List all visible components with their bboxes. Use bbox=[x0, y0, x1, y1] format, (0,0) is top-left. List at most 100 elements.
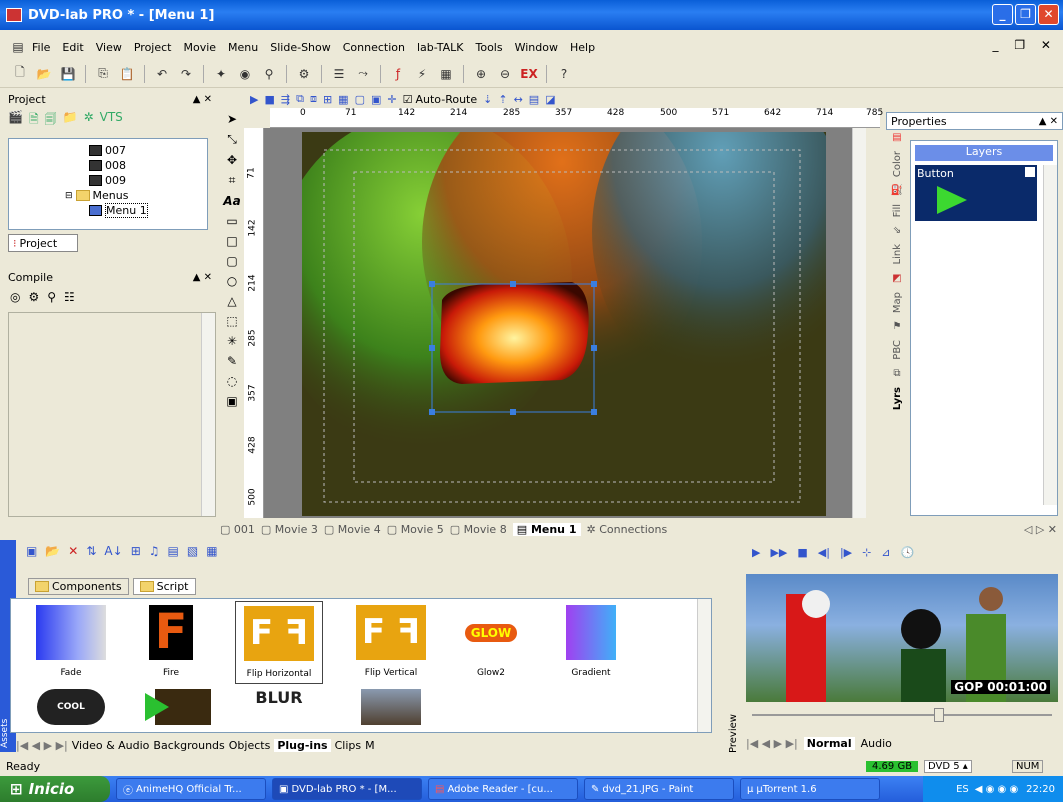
dfx-icon[interactable]: ⚡ bbox=[412, 64, 432, 84]
compile-log-icon[interactable]: ☷ bbox=[64, 290, 75, 304]
task-utorrent[interactable]: µ µTorrent 1.6 bbox=[740, 778, 880, 800]
add-menu-icon[interactable]: 🗎 bbox=[29, 110, 39, 132]
wizard-icon[interactable]: ✦ bbox=[211, 64, 231, 84]
start-button[interactable]: ⊞ Inicio bbox=[0, 776, 110, 802]
menu-help[interactable]: Help bbox=[564, 41, 601, 54]
tab-movie5[interactable]: ▢ Movie 5 bbox=[387, 523, 444, 536]
fill-icon[interactable]: ⛽ bbox=[891, 185, 903, 196]
zoom-out-icon[interactable]: ⊖ bbox=[495, 64, 515, 84]
distribute-icon[interactable]: ⊞ bbox=[323, 93, 332, 106]
map-icon[interactable]: ◩ bbox=[892, 273, 901, 284]
align-icon[interactable]: ⧉ bbox=[296, 92, 304, 106]
doc-icon[interactable]: ▤ bbox=[10, 37, 26, 57]
zoom-in-icon[interactable]: ⊕ bbox=[471, 64, 491, 84]
tab-objects[interactable]: Objects bbox=[229, 739, 271, 752]
tab-link[interactable]: Link bbox=[892, 244, 903, 264]
color-palette-icon[interactable]: ▤ bbox=[892, 132, 901, 143]
assets-sort-icon[interactable]: ⇅ bbox=[86, 544, 96, 558]
table-icon[interactable]: ▤ bbox=[529, 93, 539, 106]
star-tool-icon[interactable]: ✳ bbox=[227, 334, 237, 348]
menu-menu[interactable]: Menu bbox=[222, 41, 264, 54]
restore-button[interactable]: ❐ bbox=[1015, 4, 1036, 25]
ellipse-tool-icon[interactable]: ○ bbox=[227, 274, 237, 288]
asset-flip-horizontal[interactable]: F ꟻ Flip Horizontal bbox=[235, 601, 323, 684]
pbc-icon[interactable]: ⚑ bbox=[893, 321, 902, 332]
grid-icon[interactable]: ▦ bbox=[338, 93, 348, 106]
tab-movie3[interactable]: ▢ Movie 3 bbox=[261, 523, 318, 536]
add-movie-icon[interactable]: 🎬 bbox=[8, 110, 23, 132]
assets-az-icon[interactable]: A↓ bbox=[104, 544, 122, 558]
new-icon[interactable]: 🗋 bbox=[10, 64, 30, 84]
stop-icon[interactable]: ■ bbox=[264, 93, 274, 106]
asset-blur[interactable]: BLUR bbox=[235, 689, 323, 725]
disc-icon[interactable]: ◉ bbox=[235, 64, 255, 84]
tree-item-007[interactable]: 007 bbox=[89, 143, 207, 158]
tab-video-audio[interactable]: Video & Audio bbox=[72, 739, 150, 752]
task-animehq[interactable]: ⓔ AnimeHQ Official Tr... bbox=[116, 778, 266, 800]
add-folder-icon[interactable]: 📁 bbox=[63, 110, 78, 132]
tab-components[interactable]: Components bbox=[28, 578, 129, 595]
compile-disc-icon[interactable]: ◎ bbox=[10, 290, 20, 304]
layer-visibility-toggle[interactable] bbox=[1025, 167, 1035, 177]
add-slide-icon[interactable]: 🗐 bbox=[45, 110, 57, 132]
open-icon[interactable]: 📂 bbox=[34, 64, 54, 84]
group-icon[interactable]: ⧈ bbox=[310, 92, 317, 106]
menu-slideshow[interactable]: Slide-Show bbox=[264, 41, 337, 54]
tree-item-008[interactable]: 008 bbox=[89, 158, 207, 173]
undo-icon[interactable]: ↶ bbox=[152, 64, 172, 84]
move-tool-icon[interactable]: ✥ bbox=[227, 153, 237, 167]
copy-icon[interactable]: ⎘ bbox=[93, 64, 113, 84]
panel-close-icon[interactable]: ▲ ✕ bbox=[1039, 116, 1058, 127]
tab-001[interactable]: ▢ 001 bbox=[220, 523, 255, 536]
editor-vscrollbar[interactable] bbox=[852, 128, 866, 518]
preview-clock-icon[interactable]: 🕓 bbox=[901, 546, 915, 559]
preview-prev-icon[interactable]: ◀| bbox=[818, 546, 830, 559]
menu-file[interactable]: File bbox=[26, 41, 56, 54]
connections-icon[interactable]: ✲ bbox=[84, 110, 94, 132]
menu-view[interactable]: View bbox=[90, 41, 128, 54]
tab-menu1[interactable]: ▤ Menu 1 bbox=[512, 522, 581, 536]
tab-pbc[interactable]: PBC bbox=[892, 340, 903, 360]
task-dvdlab[interactable]: ▣ DVD-lab PRO * - [M... bbox=[272, 778, 422, 800]
minimize-button[interactable]: _ bbox=[992, 4, 1013, 25]
tab-connections[interactable]: ✲ Connections bbox=[587, 523, 668, 536]
preview-next-icon[interactable]: |▶ bbox=[840, 546, 852, 559]
tree-item-menus[interactable]: ⊟ Menus bbox=[65, 188, 207, 203]
assets-view-icon[interactable]: ▣ bbox=[26, 544, 37, 558]
assets-scrollbar[interactable] bbox=[697, 599, 711, 732]
compile-find-icon[interactable]: ⚲ bbox=[47, 290, 56, 304]
tab-more[interactable]: M bbox=[365, 739, 375, 752]
menu-movie[interactable]: Movie bbox=[177, 41, 222, 54]
menu-edit[interactable]: Edit bbox=[56, 41, 89, 54]
select-tool-icon[interactable]: ➤ bbox=[227, 112, 237, 126]
disc-type-select[interactable]: DVD 5 ▴ bbox=[924, 759, 972, 773]
assets-grid-icon[interactable]: ▦ bbox=[206, 544, 217, 558]
tab-color[interactable]: Color bbox=[892, 151, 903, 177]
anchor-icon[interactable]: ✛ bbox=[387, 93, 396, 106]
assets-img-icon[interactable]: ▧ bbox=[187, 544, 198, 558]
panel-close-icon[interactable]: ▲ ✕ bbox=[193, 272, 212, 283]
tab-movie8[interactable]: ▢ Movie 8 bbox=[450, 523, 507, 536]
tab-lyrs[interactable]: Lyrs bbox=[892, 387, 903, 410]
layers-scrollbar[interactable] bbox=[1043, 165, 1057, 505]
assets-video-icon[interactable]: ▤ bbox=[168, 544, 179, 558]
tab-fill[interactable]: Fill bbox=[892, 204, 903, 217]
task-adobe-reader[interactable]: ▤ Adobe Reader - [cu... bbox=[428, 778, 578, 800]
menu-labtalk[interactable]: lab-TALK bbox=[411, 41, 469, 54]
preview-ff-icon[interactable]: ▶▶ bbox=[770, 546, 787, 559]
compile-scrollbar[interactable] bbox=[201, 313, 215, 516]
preview-nav-icon[interactable]: |◀ ◀ ▶ ▶| bbox=[746, 737, 798, 750]
preview-play-icon[interactable]: ▶ bbox=[752, 546, 760, 559]
assets-delete-icon[interactable]: ✕ bbox=[68, 544, 78, 558]
compile-run-icon[interactable]: ⚙ bbox=[28, 290, 39, 304]
textbox-tool-icon[interactable]: ▭ bbox=[226, 214, 237, 228]
vts-icon[interactable]: VTS bbox=[100, 110, 123, 132]
polygon-tool-icon[interactable]: △ bbox=[227, 294, 236, 308]
preview-stop-icon[interactable]: ■ bbox=[797, 546, 807, 559]
tray-icons[interactable]: ◀ ◉ ◉ ◉ bbox=[975, 784, 1018, 795]
tab-backgrounds[interactable]: Backgrounds bbox=[153, 739, 224, 752]
menu-window[interactable]: Window bbox=[509, 41, 564, 54]
layers-icon[interactable]: ▦ bbox=[436, 64, 456, 84]
rect2-tool-icon[interactable]: ▢ bbox=[226, 254, 237, 268]
tab-map[interactable]: Map bbox=[892, 292, 903, 313]
